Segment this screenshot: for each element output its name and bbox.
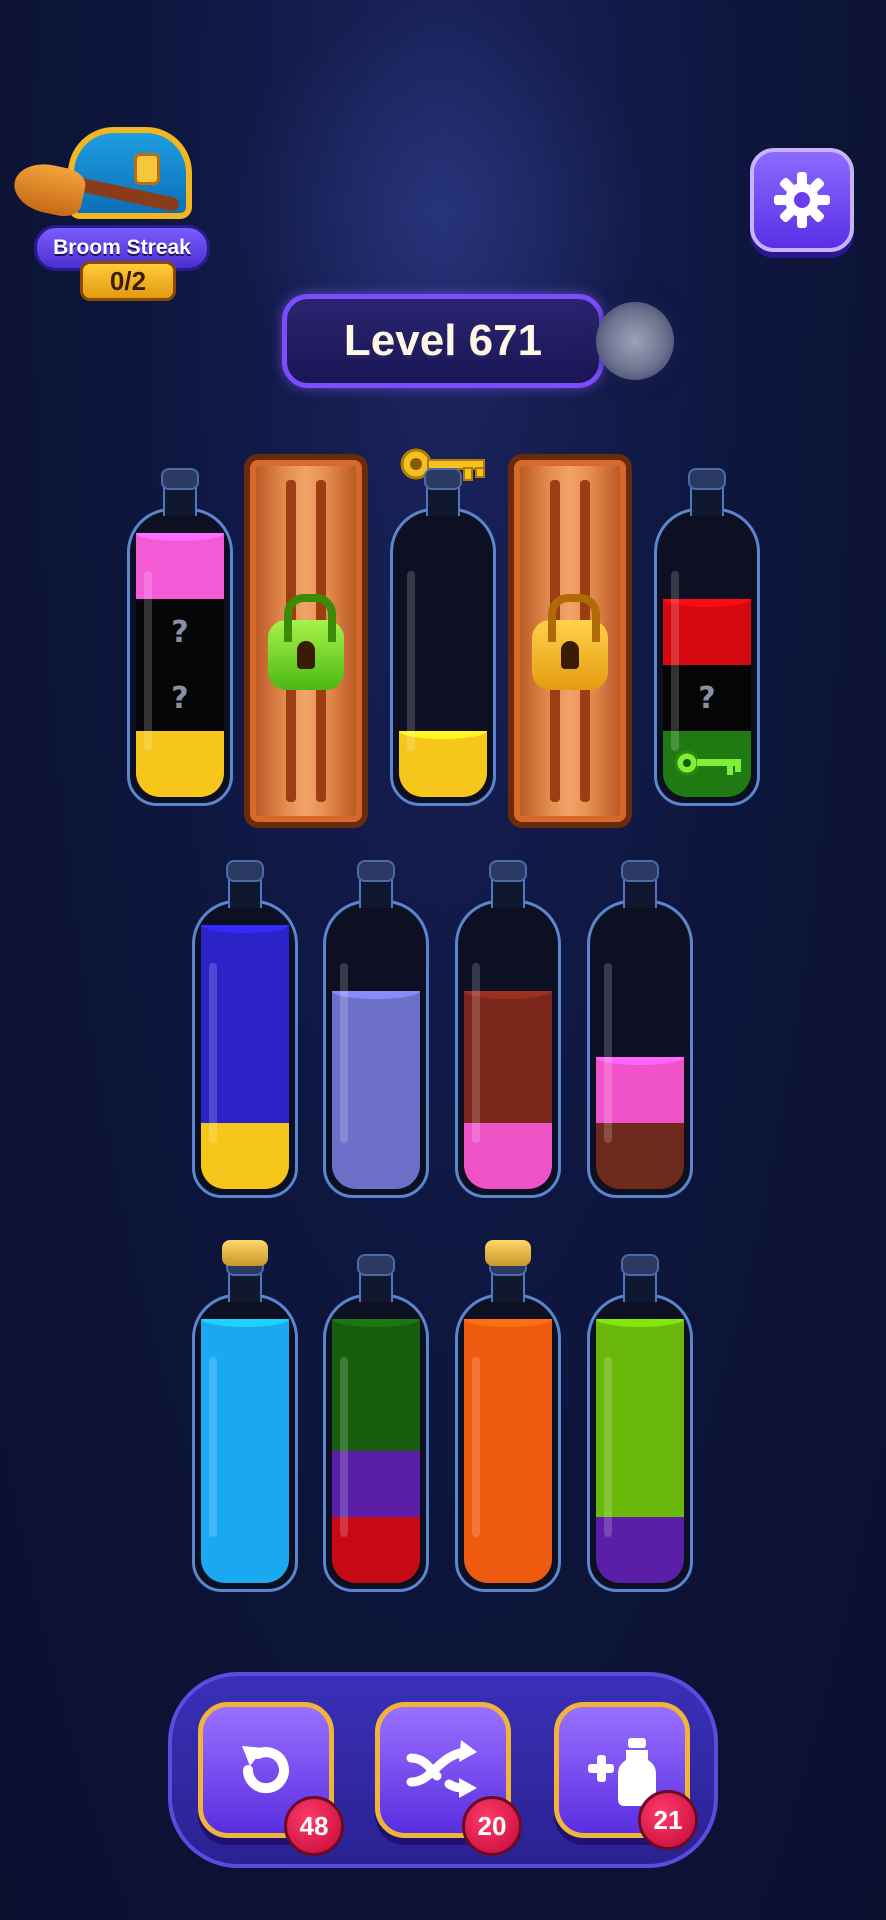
shuffle-icon [406, 1740, 477, 1798]
level-title: Level 671 [282, 294, 604, 388]
row3-bottle-1[interactable] [190, 1240, 300, 1594]
glass-glint [209, 963, 217, 1143]
bottle-neck [491, 1272, 525, 1302]
bottle-cap [226, 860, 264, 882]
bottle-glass [587, 900, 693, 1198]
bottle-cap [357, 860, 395, 882]
row2-bottle-2[interactable] [321, 860, 431, 1200]
undo-count-badge: 48 [284, 1796, 344, 1856]
bottle-neck [426, 486, 460, 516]
bottle-neck [163, 486, 197, 516]
keyhole-icon [561, 641, 579, 669]
broom-streak-widget[interactable]: Broom Streak 0/2 [9, 115, 210, 305]
bottle-cap [161, 468, 199, 490]
glass-glint [472, 1357, 480, 1537]
settings-button[interactable] [750, 148, 854, 252]
gold-cork-icon [485, 1240, 531, 1266]
streak-count: 0/2 [80, 261, 176, 301]
bottle-neck [228, 878, 262, 908]
hint-orb[interactable] [596, 302, 674, 380]
glass-glint [340, 963, 348, 1143]
gold-padlock-icon [532, 594, 608, 690]
bottle-neck [228, 1272, 262, 1302]
bottle-neck [491, 878, 525, 908]
bottle-neck [623, 1272, 657, 1302]
shuffle-count-badge: 20 [462, 1796, 522, 1856]
bottle-neck [690, 486, 724, 516]
bottle-glass: ? [654, 508, 760, 806]
row3-bottle-3[interactable] [453, 1240, 563, 1594]
gear-icon [774, 172, 830, 228]
row3-bottle-2[interactable] [321, 1254, 431, 1594]
add-bottle-count-badge: 21 [638, 1790, 698, 1850]
glass-glint [472, 963, 480, 1143]
bottle-cap [357, 1254, 395, 1276]
bottle-glass [323, 1294, 429, 1592]
bottle-cap [621, 1254, 659, 1276]
glass-glint [144, 571, 152, 751]
glass-glint [209, 1357, 217, 1537]
bottle-glass [390, 508, 496, 806]
bottle-neck [359, 1272, 393, 1302]
row2-bottle-4[interactable] [585, 860, 695, 1200]
bottle-glass [323, 900, 429, 1198]
bottle-glass [192, 900, 298, 1198]
bottle-neck [623, 878, 657, 908]
row1-bottle-5[interactable]: ? [652, 468, 762, 808]
bottle-cap [424, 468, 462, 490]
gold-cork-icon [222, 1240, 268, 1266]
chest-lock-icon [134, 153, 160, 185]
green-padlock-icon [268, 594, 344, 690]
bottle-cap [688, 468, 726, 490]
undo-icon [242, 1746, 289, 1794]
locked-bottle-crate[interactable] [508, 454, 632, 828]
bottle-glass: ?? [127, 508, 233, 806]
keyhole-icon [297, 641, 315, 669]
row1-bottle-3[interactable] [388, 468, 498, 808]
glass-glint [671, 571, 679, 751]
bottle-cap [621, 860, 659, 882]
green-key-icon [671, 743, 751, 787]
row2-bottle-1[interactable] [190, 860, 300, 1200]
bottle-glass [455, 900, 561, 1198]
bottle-glass [587, 1294, 693, 1592]
row3-bottle-4[interactable] [585, 1254, 695, 1594]
row1-bottle-1[interactable]: ?? [125, 468, 235, 808]
bottle-glass [455, 1294, 561, 1592]
glass-glint [604, 963, 612, 1143]
row2-bottle-3[interactable] [453, 860, 563, 1200]
bottle-glass [192, 1294, 298, 1592]
bottle-cap [489, 860, 527, 882]
locked-bottle-crate[interactable] [244, 454, 368, 828]
glass-glint [407, 571, 415, 751]
bottle-neck [359, 878, 393, 908]
glass-glint [604, 1357, 612, 1537]
glass-glint [340, 1357, 348, 1537]
